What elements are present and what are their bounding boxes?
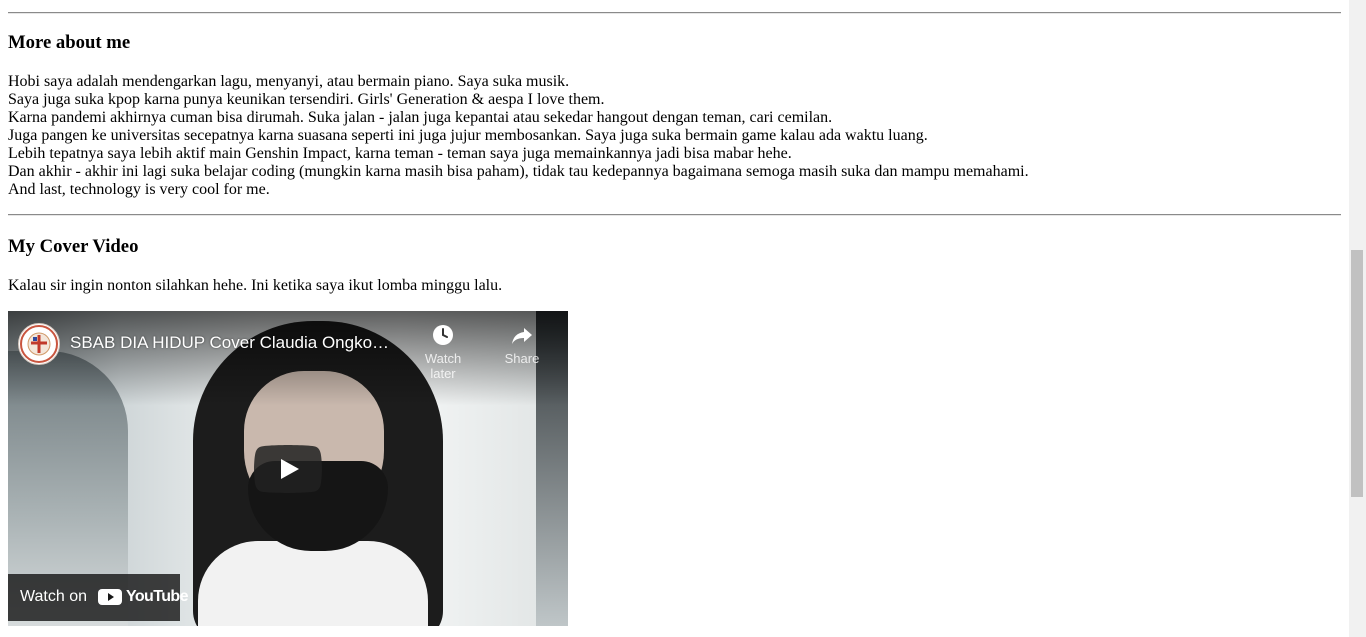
about-line: Karna pandemi akhirnya cuman bisa diruma…: [8, 109, 833, 126]
share-label: Share: [504, 351, 540, 366]
about-line: Dan akhir - akhir ini lagi suka belajar …: [8, 163, 1029, 180]
about-line: Saya juga suka kpop karna punya keunikan…: [8, 91, 605, 108]
watch-later-label: Watch later: [424, 351, 462, 381]
youtube-logo-icon: [98, 589, 122, 605]
about-line: Hobi saya adalah mendengarkan lagu, meny…: [8, 73, 570, 90]
about-paragraph: Hobi saya adalah mendengarkan lagu, meny…: [8, 73, 1029, 199]
about-line: Juga pangen ke universitas secepatnya ka…: [8, 127, 928, 144]
watch-on-youtube-button[interactable]: Watch on YouTube: [8, 574, 188, 621]
scrollbar-thumb[interactable]: [1351, 250, 1363, 497]
play-icon[interactable]: [254, 445, 322, 493]
video-title[interactable]: SBAB DIA HIDUP Cover Claudia Ongko…: [70, 333, 389, 353]
page-scrollbar[interactable]: [1349, 0, 1366, 637]
share-arrow-icon: [512, 328, 532, 344]
watch-later-button[interactable]: Watch later: [413, 323, 473, 381]
more-about-heading: More about me: [8, 32, 131, 53]
youtube-wordmark: YouTube: [126, 588, 188, 605]
divider-middle: [8, 214, 1341, 216]
cover-video-text: Kalau sir ingin nonton silahkan hehe. In…: [8, 277, 503, 294]
share-button[interactable]: Share: [492, 323, 552, 366]
about-line: And last, technology is very cool for me…: [8, 181, 270, 198]
channel-logo-icon[interactable]: [18, 323, 60, 365]
divider-top: [8, 12, 1341, 14]
youtube-embed[interactable]: SBAB DIA HIDUP Cover Claudia Ongko… Watc…: [8, 311, 568, 626]
about-line: Lebih tepatnya saya lebih aktif main Gen…: [8, 145, 792, 162]
clock-icon: [433, 325, 453, 345]
cover-video-heading: My Cover Video: [8, 236, 139, 257]
watch-on-label: Watch on: [20, 588, 87, 605]
